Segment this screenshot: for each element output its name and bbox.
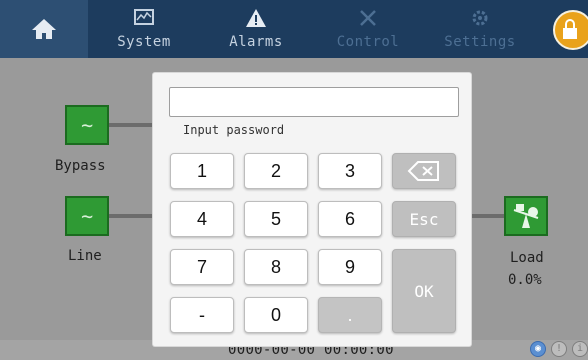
backspace-icon: [407, 161, 439, 181]
lock-icon: [563, 19, 577, 39]
ac-wave-icon: ∼: [80, 204, 94, 228]
tab-system[interactable]: System: [88, 0, 200, 58]
home-button[interactable]: [0, 0, 88, 58]
key-0[interactable]: 0: [244, 297, 308, 333]
password-keypad-dialog: Input password 1 2 3 4 5 6 Esc 7 8 9 OK …: [153, 73, 471, 346]
tab-control-label: Control: [336, 34, 400, 50]
password-prompt: Input password: [183, 123, 285, 137]
load-label: Load: [510, 250, 544, 266]
key-9[interactable]: 9: [318, 249, 382, 285]
key-8[interactable]: 8: [244, 249, 308, 285]
esc-button[interactable]: Esc: [392, 201, 456, 237]
key-7[interactable]: 7: [170, 249, 234, 285]
tab-alarms[interactable]: Alarms: [200, 0, 312, 58]
tab-alarms-label: Alarms: [229, 34, 283, 50]
line-wire: [109, 214, 155, 218]
tab-control[interactable]: Control: [312, 0, 424, 58]
load-module[interactable]: [504, 196, 548, 236]
bypass-wire: [109, 123, 155, 127]
alarm-status-icon[interactable]: !: [551, 341, 567, 357]
tab-settings[interactable]: Settings: [424, 0, 536, 58]
ok-button[interactable]: OK: [392, 249, 456, 333]
top-nav-bar: System Alarms Control Settings: [0, 0, 588, 58]
bypass-label: Bypass: [55, 158, 106, 174]
sound-icon[interactable]: ◉: [530, 341, 546, 357]
load-percentage: 0.0%: [508, 272, 542, 288]
lock-button[interactable]: [553, 10, 588, 50]
key-2[interactable]: 2: [244, 153, 308, 189]
tools-icon: [357, 6, 379, 30]
key-6[interactable]: 6: [318, 201, 382, 237]
load-scale-icon: [513, 204, 539, 228]
key-1[interactable]: 1: [170, 153, 234, 189]
home-icon: [32, 19, 56, 39]
password-input[interactable]: [169, 87, 459, 117]
key-3[interactable]: 3: [318, 153, 382, 189]
key-5[interactable]: 5: [244, 201, 308, 237]
tab-system-label: System: [117, 34, 171, 50]
line-label: Line: [68, 248, 102, 264]
gear-icon: [469, 6, 491, 30]
key-dot[interactable]: .: [318, 297, 382, 333]
warning-icon: [245, 6, 267, 30]
chart-monitor-icon: [133, 6, 155, 30]
backspace-button[interactable]: [392, 153, 456, 189]
key-4[interactable]: 4: [170, 201, 234, 237]
line-module[interactable]: ∼: [65, 196, 109, 236]
bypass-module[interactable]: ∼: [65, 105, 109, 145]
info-icon[interactable]: i: [572, 341, 588, 357]
tab-settings-label: Settings: [444, 34, 516, 50]
key-minus[interactable]: -: [170, 297, 234, 333]
ac-wave-icon: ∼: [80, 113, 94, 137]
